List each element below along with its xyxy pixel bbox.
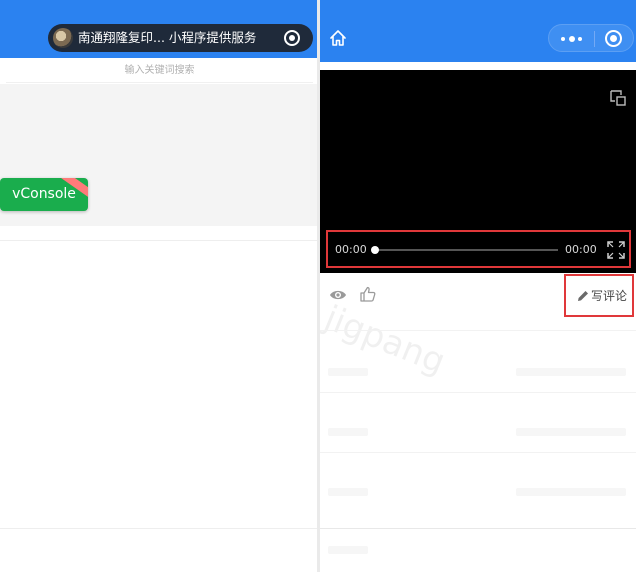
thumbs-up-icon[interactable]	[359, 286, 376, 303]
placeholder-text	[328, 546, 368, 554]
progress-bar[interactable]	[371, 246, 558, 254]
vconsole-button[interactable]: vConsole	[0, 178, 88, 211]
vconsole-label: vConsole	[12, 186, 76, 202]
divider	[320, 330, 636, 331]
divider	[320, 528, 636, 529]
close-target-icon[interactable]	[605, 30, 622, 47]
write-comment-button[interactable]: 写评论	[564, 274, 634, 317]
divider	[320, 392, 636, 393]
mini-program-avatar	[53, 28, 73, 48]
home-icon[interactable]	[328, 28, 348, 48]
header-spacer	[320, 62, 636, 70]
total-time: 00:00	[565, 243, 597, 256]
progress-knob[interactable]	[371, 246, 379, 254]
placeholder-text	[328, 368, 368, 376]
left-navbar: 南通翔隆复印... 小程序提供服务	[0, 0, 317, 58]
fullscreen-icon[interactable]	[607, 241, 625, 259]
video-player[interactable]: 00:00 00:00	[320, 70, 636, 273]
placeholder-text	[328, 488, 368, 496]
placeholder-text	[516, 488, 626, 496]
capsule-separator	[594, 31, 595, 47]
divider	[320, 452, 636, 453]
close-target-icon[interactable]	[284, 30, 300, 46]
search-input[interactable]: 输入关键词搜索	[6, 60, 313, 83]
write-comment-label: 写评论	[591, 289, 628, 303]
video-controls: 00:00 00:00	[326, 230, 631, 268]
left-panel: 南通翔隆复印... 小程序提供服务 输入关键词搜索 vConsole	[0, 0, 317, 572]
divider	[0, 240, 317, 241]
more-icon[interactable]	[561, 36, 583, 42]
pencil-icon	[578, 291, 588, 301]
placeholder-text	[516, 368, 626, 376]
right-navbar	[320, 0, 636, 62]
right-capsule[interactable]	[548, 24, 634, 52]
current-time: 00:00	[335, 243, 367, 256]
picture-in-picture-icon[interactable]	[609, 89, 627, 107]
mini-program-capsule[interactable]: 南通翔隆复印... 小程序提供服务	[48, 24, 313, 52]
divider	[0, 528, 317, 529]
placeholder-text	[328, 428, 368, 436]
capsule-title: 南通翔隆复印... 小程序提供服务	[78, 30, 257, 45]
placeholder-text	[516, 428, 626, 436]
right-panel: 00:00 00:00 写评论 jigpang	[320, 0, 636, 572]
